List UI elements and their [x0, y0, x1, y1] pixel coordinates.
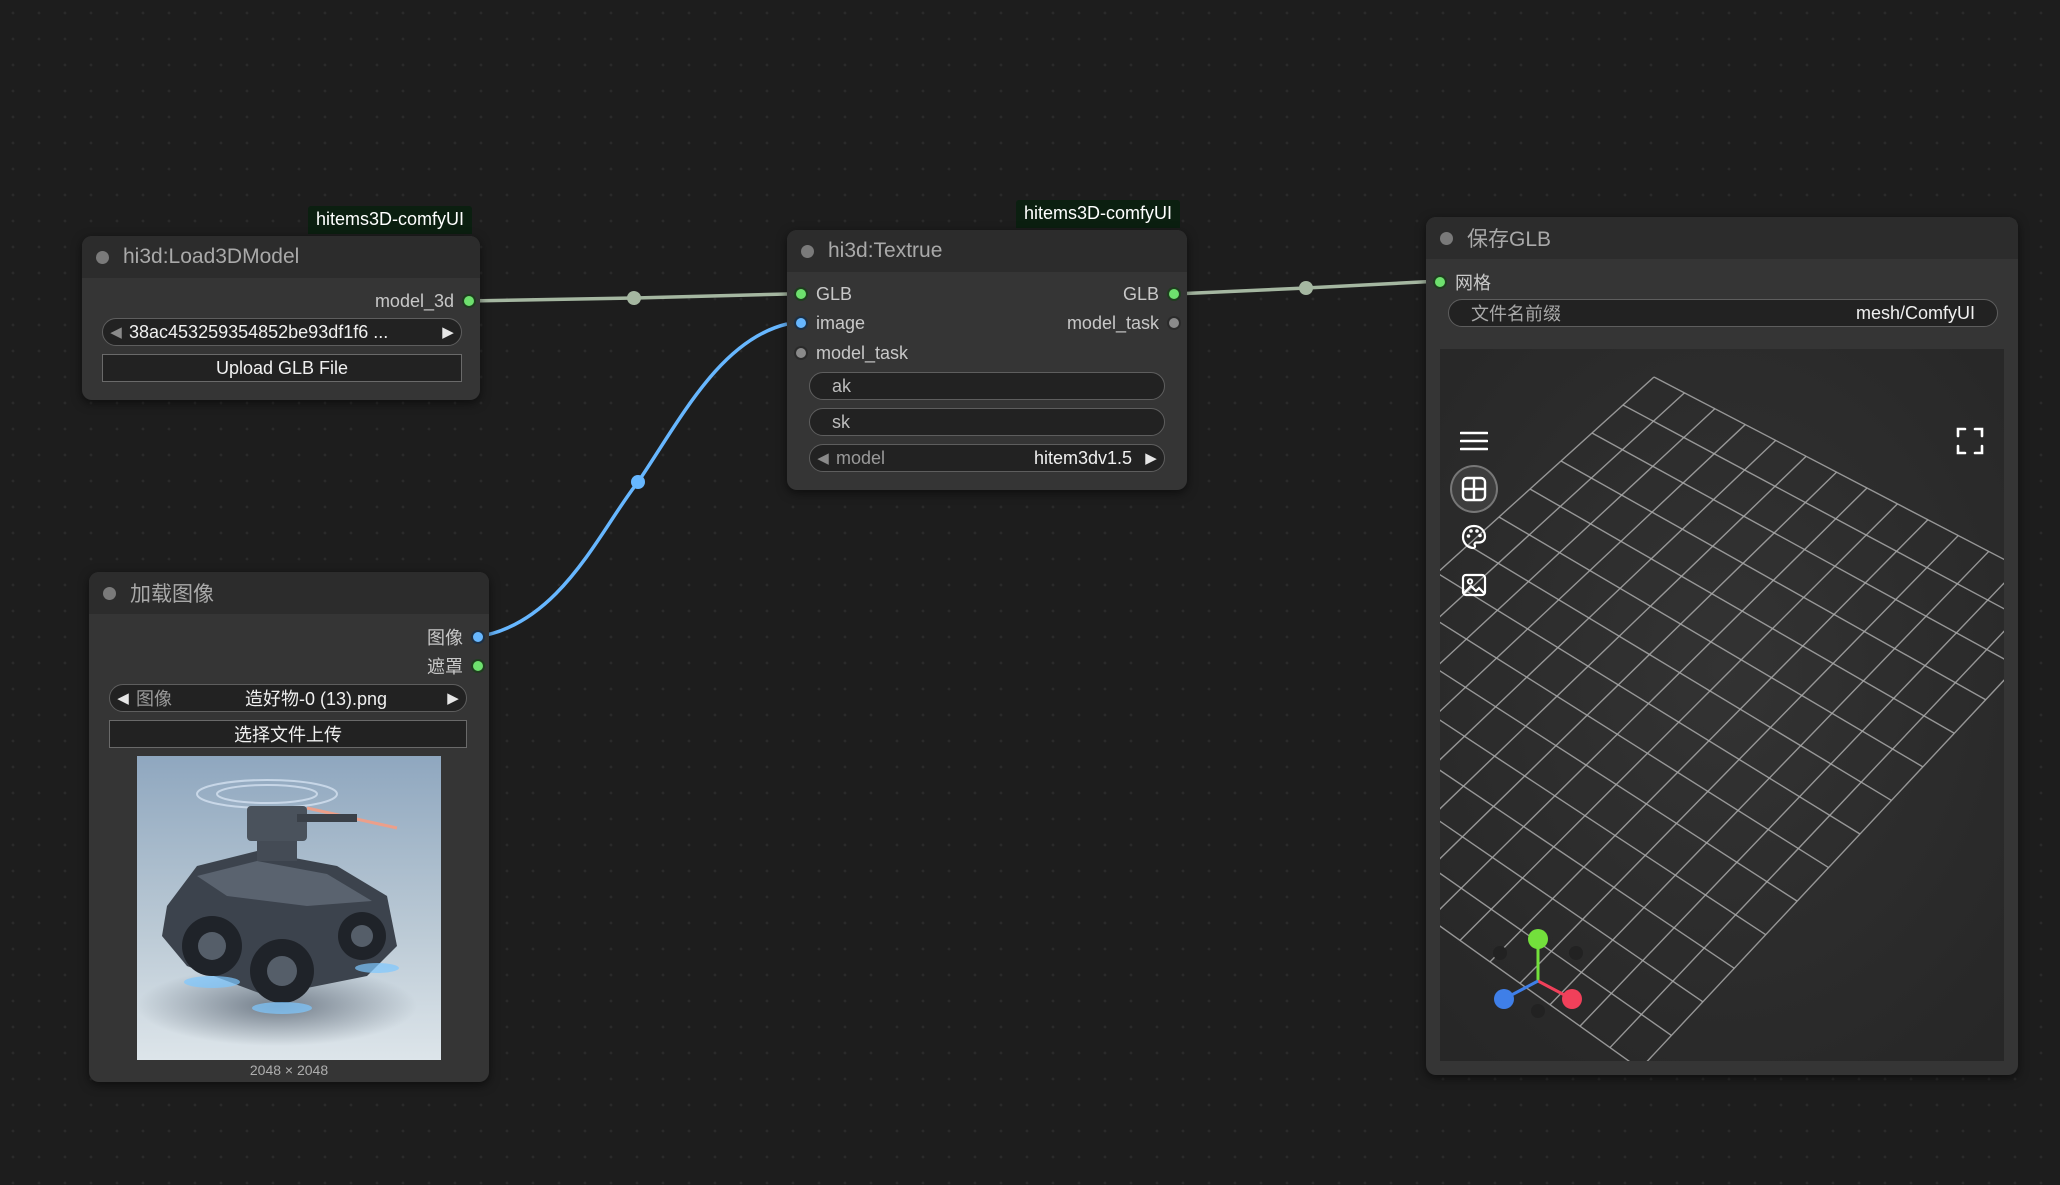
ak-input[interactable]: ak: [809, 372, 1165, 400]
image-file-combo[interactable]: ◀ 图像 造好物-0 (13).png ▶: [109, 684, 467, 712]
output-port[interactable]: [1169, 318, 1179, 328]
input-label: 网格: [1455, 273, 1491, 293]
output-label: model_3d: [374, 290, 454, 311]
link-image-to-image: [475, 322, 788, 639]
next-arrow-icon[interactable]: ▶: [1138, 449, 1164, 467]
input-image[interactable]: image: [796, 310, 865, 336]
node-collapse-dot[interactable]: [103, 586, 116, 600]
node-header[interactable]: hi3d:Load3DModel: [82, 236, 480, 278]
node-title: 加载图像: [130, 583, 214, 606]
link-reroute-dot: [627, 291, 641, 305]
sk-input[interactable]: sk: [809, 408, 1165, 436]
node-load3dmodel[interactable]: hi3d:Load3DModel model_3d ◀ 38ac45325935…: [82, 236, 480, 400]
input-port[interactable]: [796, 289, 806, 299]
node-title: hi3d:Load3DModel: [123, 245, 300, 268]
prev-arrow-icon[interactable]: ◀: [810, 449, 836, 467]
image-dimensions: 2048 × 2048: [249, 1062, 329, 1078]
node-source-badge: hitems3D-comfyUI: [308, 206, 473, 234]
output-mask[interactable]: 遮罩: [427, 653, 483, 679]
z-axis-handle: [1494, 989, 1514, 1009]
output-glb[interactable]: GLB: [1123, 281, 1179, 307]
output-model-3d[interactable]: model_3d: [375, 288, 474, 314]
node-collapse-dot[interactable]: [96, 250, 109, 264]
next-arrow-icon[interactable]: ▶: [435, 323, 461, 341]
prev-arrow-icon[interactable]: ◀: [103, 323, 129, 341]
upload-image-button[interactable]: 选择文件上传: [109, 720, 467, 748]
palette-icon[interactable]: [1452, 515, 1496, 559]
link-glb-to-mesh: [1173, 279, 1441, 296]
combo-value: hitem3dv1.5: [1033, 447, 1132, 468]
input-port[interactable]: [796, 318, 806, 328]
grid-view-icon[interactable]: [1452, 467, 1496, 511]
node-header[interactable]: 加载图像: [89, 572, 489, 614]
input-label: image: [816, 312, 866, 333]
input-mesh[interactable]: 网格: [1435, 269, 1491, 295]
node-header[interactable]: 保存GLB: [1426, 217, 2018, 259]
output-port[interactable]: [473, 661, 483, 671]
model-file-combo[interactable]: ◀ 38ac453259354852be93df1f6 ... ▶: [102, 318, 462, 346]
fullscreen-icon[interactable]: [1948, 419, 1992, 463]
prev-arrow-icon[interactable]: ◀: [110, 689, 136, 707]
combo-label: model: [836, 447, 886, 468]
combo-label: 图像: [136, 689, 172, 709]
output-label: model_task: [1066, 312, 1159, 333]
node-collapse-dot[interactable]: [1440, 231, 1453, 245]
output-model-task[interactable]: model_task: [1067, 310, 1179, 336]
input-label: model_task: [816, 342, 909, 363]
y-axis-handle: [1528, 929, 1548, 949]
menu-icon[interactable]: [1452, 419, 1496, 463]
node-save-glb[interactable]: 保存GLB 网格 文件名前缀 mesh/ComfyUI: [1426, 217, 2018, 1075]
3d-viewport[interactable]: [1440, 349, 2004, 1061]
input-model-task[interactable]: model_task: [796, 340, 908, 366]
output-image[interactable]: 图像: [427, 624, 483, 650]
output-label: GLB: [1122, 283, 1159, 304]
output-label: 遮罩: [427, 657, 463, 677]
next-arrow-icon[interactable]: ▶: [440, 689, 466, 707]
node-header[interactable]: hi3d:Textrue: [787, 230, 1187, 272]
image-icon[interactable]: [1452, 563, 1496, 607]
node-title: 保存GLB: [1467, 228, 1552, 251]
upload-glb-button[interactable]: Upload GLB File: [102, 354, 462, 382]
output-port[interactable]: [464, 296, 474, 306]
node-canvas[interactable]: hitems3D-comfyUI hi3d:Load3DModel model_…: [0, 0, 2060, 1185]
filename-prefix-input[interactable]: 文件名前缀 mesh/ComfyUI: [1448, 299, 1998, 327]
image-preview: [137, 756, 441, 1060]
link-reroute-dot: [1299, 281, 1313, 295]
node-load-image[interactable]: 加载图像 图像 遮罩 ◀ 图像 造好物-0 (13).png ▶ 选择文件上传: [89, 572, 489, 1082]
node-source-badge: hitems3D-comfyUI: [1016, 200, 1181, 228]
input-port[interactable]: [1435, 277, 1445, 287]
output-port[interactable]: [473, 632, 483, 642]
link-reroute-dot: [631, 475, 645, 489]
vehicle-render-image: [137, 756, 441, 1060]
combo-value: 造好物-0 (13).png: [244, 689, 388, 709]
x-axis-handle: [1562, 989, 1582, 1009]
axis-gizmo[interactable]: [1480, 909, 1600, 1029]
node-collapse-dot[interactable]: [801, 244, 814, 258]
field-value: mesh/ComfyUI: [1855, 302, 1975, 323]
output-port[interactable]: [1169, 289, 1179, 299]
input-label: GLB: [816, 283, 853, 304]
node-title: hi3d:Textrue: [828, 239, 943, 262]
combo-value: 38ac453259354852be93df1f6 ...: [129, 321, 389, 342]
link-model3d-to-glb: [467, 292, 788, 303]
input-glb[interactable]: GLB: [796, 281, 852, 307]
model-combo[interactable]: ◀ model hitem3dv1.5 ▶: [809, 444, 1165, 472]
field-label: 文件名前缀: [1471, 304, 1561, 324]
output-label: 图像: [427, 628, 463, 648]
input-port[interactable]: [796, 348, 806, 358]
node-texture[interactable]: hi3d:Textrue GLB image model_task GLB mo…: [787, 230, 1187, 490]
